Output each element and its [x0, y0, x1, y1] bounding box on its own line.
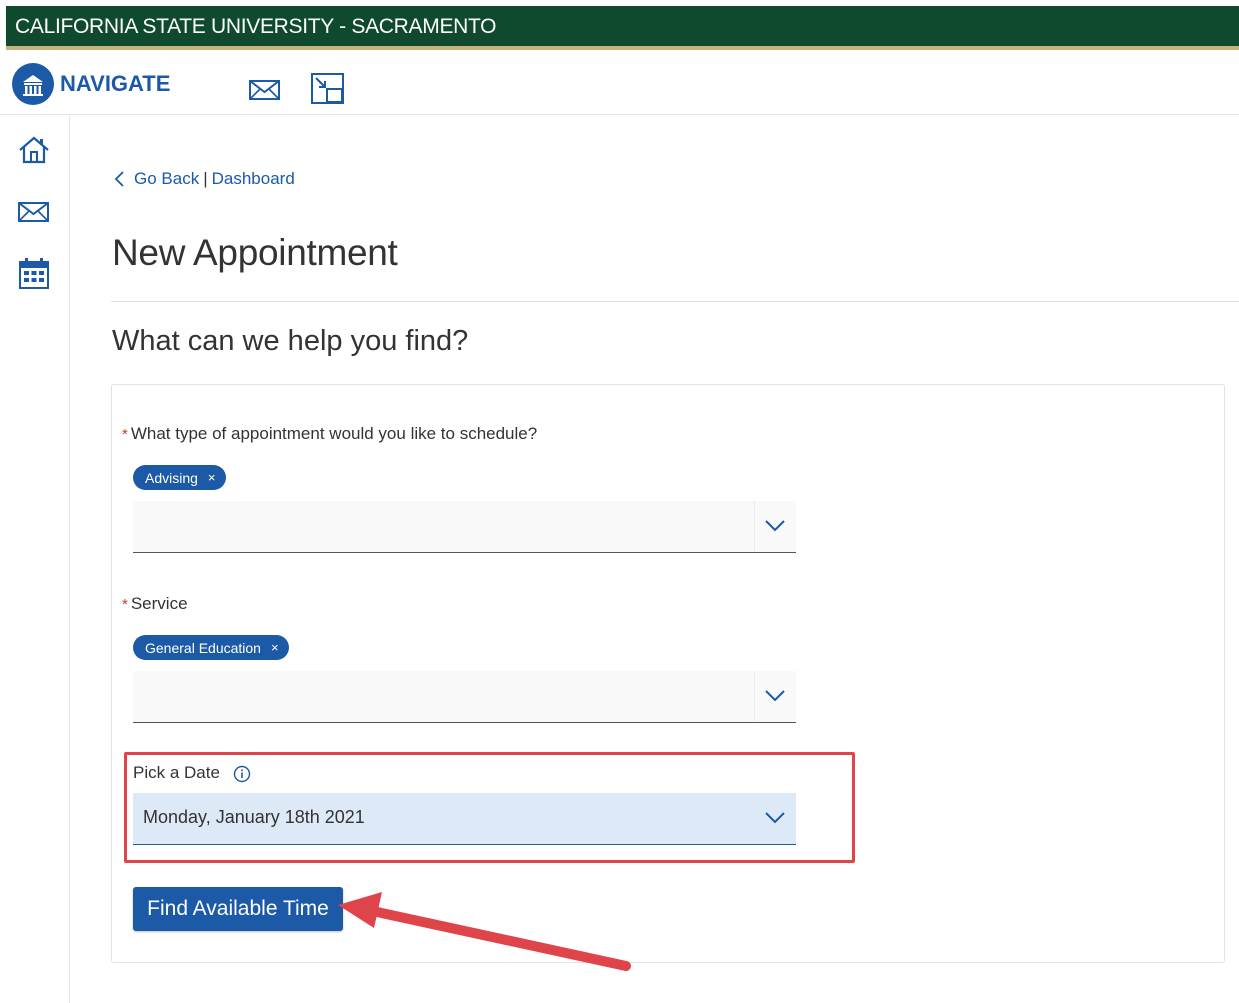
go-back-link[interactable]: Go Back	[134, 169, 199, 189]
top-navbar: NAVIGATE	[0, 54, 1239, 115]
chevron-down-icon[interactable]	[764, 687, 786, 708]
external-link-icon[interactable]	[310, 72, 346, 111]
university-logo-icon[interactable]	[12, 63, 54, 105]
chip-remove-icon[interactable]: ×	[271, 640, 279, 655]
date-label-text: Pick a Date	[133, 763, 220, 782]
home-icon[interactable]	[17, 135, 51, 170]
breadcrumb-separator: |	[203, 169, 208, 188]
breadcrumb: Go Back | Dashboard	[112, 168, 295, 190]
university-banner: CALIFORNIA STATE UNIVERSITY - SACRAMENTO	[6, 6, 1239, 50]
appointment-type-label: * What type of appointment would you like…	[122, 424, 537, 444]
appointment-type-chip: Advising ×	[133, 465, 226, 490]
university-name: CALIFORNIA STATE UNIVERSITY - SACRAMENTO	[15, 15, 497, 38]
chip-label: General Education	[145, 639, 261, 656]
left-sidebar	[0, 115, 70, 1003]
service-label-text: Service	[130, 594, 188, 613]
chip-label: Advising	[145, 469, 198, 486]
date-picker-select[interactable]: Monday, January 18th 2021	[133, 793, 796, 845]
required-marker: *	[122, 426, 128, 443]
required-marker: *	[122, 596, 128, 613]
calendar-icon[interactable]	[17, 256, 51, 295]
service-chip: General Education ×	[133, 635, 289, 660]
page-title: New Appointment	[112, 232, 398, 273]
service-label: * Service	[122, 594, 188, 614]
section-title: What can we help you find?	[112, 325, 469, 357]
chevron-left-icon[interactable]	[112, 168, 128, 190]
select-divider	[754, 501, 755, 552]
service-select[interactable]	[133, 671, 796, 723]
date-label: Pick a Date	[133, 763, 251, 783]
appointment-type-label-text: What type of appointment would you like …	[130, 424, 538, 443]
navigate-logo-text[interactable]: NAVIGATE	[60, 71, 170, 97]
find-available-time-button[interactable]: Find Available Time	[133, 887, 343, 931]
select-divider	[754, 671, 755, 722]
chevron-down-icon[interactable]	[764, 809, 786, 830]
annotation-arrow-icon	[338, 892, 631, 971]
mail-icon[interactable]	[17, 201, 51, 228]
info-icon[interactable]	[233, 765, 251, 783]
date-value: Monday, January 18th 2021	[143, 807, 365, 827]
chevron-down-icon[interactable]	[764, 517, 786, 538]
title-divider	[111, 301, 1239, 302]
chip-remove-icon[interactable]: ×	[208, 470, 216, 485]
dashboard-link[interactable]: Dashboard	[212, 169, 295, 189]
appointment-type-select[interactable]	[133, 501, 796, 553]
mail-icon[interactable]	[248, 78, 282, 107]
